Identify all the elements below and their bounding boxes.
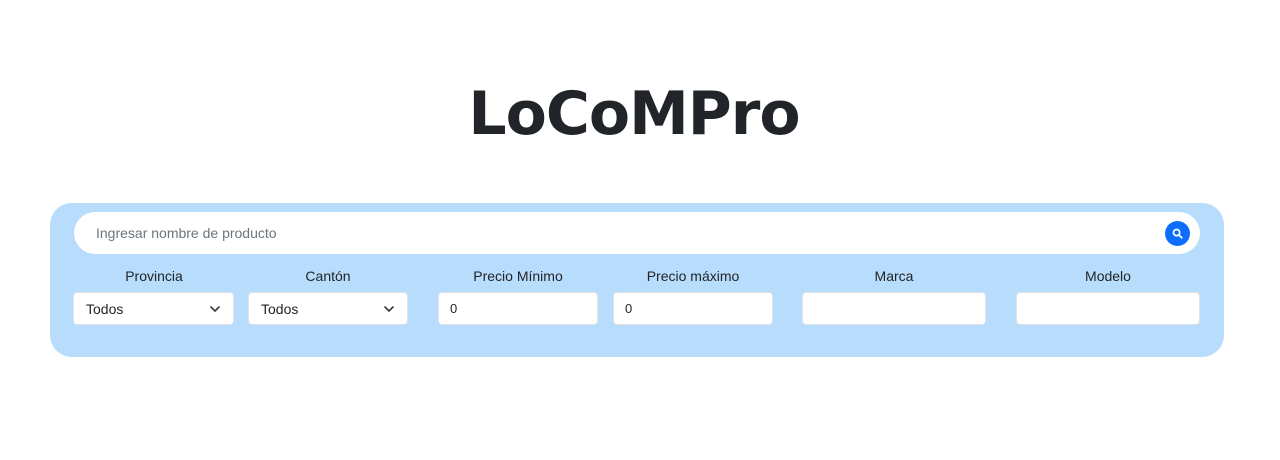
canton-label: Cantón [305,268,351,284]
search-icon [1172,228,1183,239]
search-button[interactable] [1165,221,1190,246]
modelo-input[interactable] [1016,292,1200,325]
canton-select[interactable]: Todos [248,292,408,325]
marca-label: Marca [874,268,914,284]
search-input[interactable] [74,212,1154,254]
page-title: LoCoMPro [468,79,800,149]
precio-minimo-input[interactable] [438,292,598,325]
provincia-label: Provincia [125,268,183,284]
search-bar [74,212,1200,254]
chevron-down-icon [384,305,394,312]
modelo-label: Modelo [1085,268,1131,284]
chevron-down-icon [210,305,220,312]
precio-minimo-label: Precio Mínimo [473,268,563,284]
search-panel: Provincia Todos Cantón Todos Precio Míni… [50,203,1224,357]
marca-input[interactable] [802,292,986,325]
provincia-selected-value: Todos [86,300,124,317]
provincia-select[interactable]: Todos [73,292,234,325]
canton-selected-value: Todos [261,300,299,317]
precio-maximo-input[interactable] [613,292,773,325]
precio-maximo-label: Precio máximo [646,268,740,284]
